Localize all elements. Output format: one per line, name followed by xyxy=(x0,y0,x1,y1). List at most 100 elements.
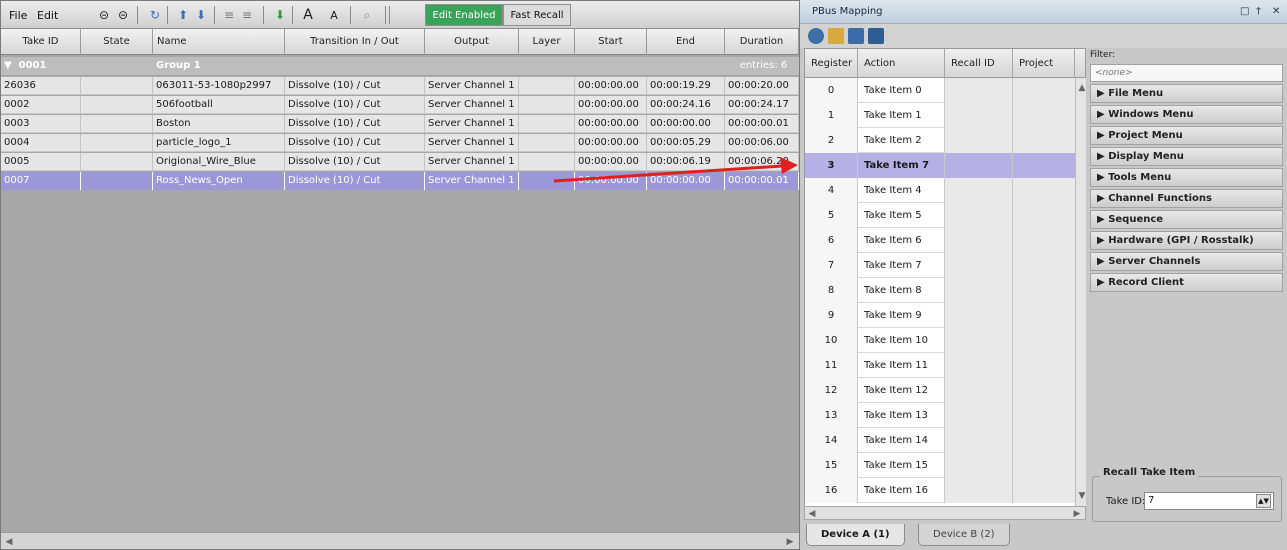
recall-id-cell[interactable] xyxy=(945,203,1013,228)
table-row[interactable]: 0002 506football Dissolve (10) / Cut Ser… xyxy=(1,96,799,114)
outdent-icon[interactable]: ≡ xyxy=(239,7,255,23)
pbus-row[interactable]: 6 Take Item 6 xyxy=(805,228,1075,253)
column-header-layer[interactable]: Layer xyxy=(519,29,575,55)
project-cell[interactable] xyxy=(1013,303,1075,328)
column-header-name[interactable]: Name xyxy=(153,29,285,55)
table-row[interactable]: 26036 063011-53-1080p2997 Dissolve (10) … xyxy=(1,77,799,95)
pbus-row[interactable]: 12 Take Item 12 xyxy=(805,378,1075,403)
project-cell[interactable] xyxy=(1013,428,1075,453)
project-cell[interactable] xyxy=(1013,378,1075,403)
column-header-recall-id[interactable]: Recall ID xyxy=(945,49,1013,79)
category-sequence[interactable]: ▶ Sequence xyxy=(1090,210,1283,229)
project-cell[interactable] xyxy=(1013,178,1075,203)
insert-down-icon[interactable]: ⬇ xyxy=(272,7,288,23)
save-icon[interactable] xyxy=(868,28,884,44)
tab-device-b[interactable]: Device B (2) xyxy=(918,524,1010,546)
column-header-duration[interactable]: Duration xyxy=(725,29,799,55)
previous-icon[interactable]: ⊝ xyxy=(96,7,112,23)
edit-enabled-toggle[interactable]: Edit Enabled xyxy=(425,4,503,26)
pbus-row[interactable]: 9 Take Item 9 xyxy=(805,303,1075,328)
search-icon[interactable]: ⌕ xyxy=(359,7,375,23)
column-header-project[interactable]: Project xyxy=(1013,49,1075,79)
column-header-action[interactable]: Action xyxy=(858,49,945,79)
table-row[interactable]: 0005 Origional_Wire_Blue Dissolve (10) /… xyxy=(1,153,799,171)
pin-icon[interactable]: † xyxy=(1256,6,1261,17)
recall-id-cell[interactable] xyxy=(945,303,1013,328)
project-cell[interactable] xyxy=(1013,203,1075,228)
tab-device-a[interactable]: Device A (1) xyxy=(806,524,905,546)
open-folder-icon[interactable] xyxy=(828,28,844,44)
move-down-icon[interactable]: ⬇ xyxy=(193,7,209,23)
group-row[interactable]: ▼ 0001 Group 1 entries: 6 xyxy=(1,57,799,75)
project-cell[interactable] xyxy=(1013,153,1075,178)
recall-id-cell[interactable] xyxy=(945,178,1013,203)
recall-id-cell[interactable] xyxy=(945,78,1013,103)
recall-id-cell[interactable] xyxy=(945,403,1013,428)
recall-id-cell[interactable] xyxy=(945,253,1013,278)
category-channel-functions[interactable]: ▶ Channel Functions xyxy=(1090,189,1283,208)
pbus-row[interactable]: 10 Take Item 10 xyxy=(805,328,1075,353)
scroll-right-icon[interactable]: ▶ xyxy=(1071,506,1083,521)
recall-id-cell[interactable] xyxy=(945,378,1013,403)
recall-id-cell[interactable] xyxy=(945,228,1013,253)
project-cell[interactable] xyxy=(1013,478,1075,503)
next-icon[interactable]: ⊝ xyxy=(115,7,131,23)
column-header-output[interactable]: Output xyxy=(425,29,519,55)
pbus-vertical-scrollbar[interactable]: ▲ ▼ xyxy=(1075,78,1086,506)
column-header-register[interactable]: Register xyxy=(805,49,858,79)
category-display-menu[interactable]: ▶ Display Menu xyxy=(1090,147,1283,166)
recall-id-cell[interactable] xyxy=(945,103,1013,128)
recall-id-cell[interactable] xyxy=(945,478,1013,503)
project-cell[interactable] xyxy=(1013,103,1075,128)
pbus-row[interactable]: 2 Take Item 2 xyxy=(805,128,1075,153)
restore-icon[interactable]: □ xyxy=(1240,6,1249,17)
take-list-horizontal-scrollbar[interactable]: ◀ ▶ xyxy=(1,532,799,549)
refresh-icon[interactable]: ↻ xyxy=(147,7,163,23)
category-file-menu[interactable]: ▶ File Menu xyxy=(1090,84,1283,103)
scroll-left-icon[interactable]: ◀ xyxy=(806,506,818,521)
project-cell[interactable] xyxy=(1013,228,1075,253)
indent-icon[interactable]: ≡ xyxy=(221,7,237,23)
edit-menu[interactable]: Edit xyxy=(37,9,58,22)
column-header-end[interactable]: End xyxy=(647,29,725,55)
project-cell[interactable] xyxy=(1013,328,1075,353)
filter-input[interactable] xyxy=(1090,64,1283,82)
project-cell[interactable] xyxy=(1013,453,1075,478)
recall-id-cell[interactable] xyxy=(945,128,1013,153)
recall-id-cell[interactable] xyxy=(945,328,1013,353)
pbus-row[interactable]: 7 Take Item 7 xyxy=(805,253,1075,278)
save-as-icon[interactable] xyxy=(848,28,864,44)
project-cell[interactable] xyxy=(1013,78,1075,103)
category-windows-menu[interactable]: ▶ Windows Menu xyxy=(1090,105,1283,124)
pbus-row[interactable]: 1 Take Item 1 xyxy=(805,103,1075,128)
close-icon[interactable]: ✕ xyxy=(1272,6,1280,17)
pbus-row[interactable]: 13 Take Item 13 xyxy=(805,403,1075,428)
take-id-input[interactable]: 7 xyxy=(1144,492,1274,510)
category-project-menu[interactable]: ▶ Project Menu xyxy=(1090,126,1283,145)
pbus-row[interactable]: 4 Take Item 4 xyxy=(805,178,1075,203)
project-cell[interactable] xyxy=(1013,253,1075,278)
column-header-state[interactable]: State xyxy=(81,29,153,55)
pbus-row[interactable]: 16 Take Item 16 xyxy=(805,478,1075,503)
scroll-down-icon[interactable]: ▼ xyxy=(1076,488,1086,503)
pbus-row[interactable]: 0 Take Item 0 xyxy=(805,78,1075,103)
recall-id-cell[interactable] xyxy=(945,428,1013,453)
pbus-row[interactable]: 15 Take Item 15 xyxy=(805,453,1075,478)
gear-icon[interactable] xyxy=(808,28,824,44)
pbus-row[interactable]: 8 Take Item 8 xyxy=(805,278,1075,303)
move-up-icon[interactable]: ⬆ xyxy=(175,7,191,23)
project-cell[interactable] xyxy=(1013,403,1075,428)
recall-id-cell[interactable] xyxy=(945,453,1013,478)
table-row[interactable]: 0003 Boston Dissolve (10) / Cut Server C… xyxy=(1,115,799,133)
column-header-take-id[interactable]: Take ID xyxy=(1,29,81,55)
category-server-channels[interactable]: ▶ Server Channels xyxy=(1090,252,1283,271)
category-tools-menu[interactable]: ▶ Tools Menu xyxy=(1090,168,1283,187)
category-hardware[interactable]: ▶ Hardware (GPI / Rosstalk) xyxy=(1090,231,1283,250)
column-header-transition[interactable]: Transition In / Out xyxy=(285,29,425,55)
recall-id-cell[interactable] xyxy=(945,153,1013,178)
column-header-start[interactable]: Start xyxy=(575,29,647,55)
pbus-row[interactable]: 11 Take Item 11 xyxy=(805,353,1075,378)
project-cell[interactable] xyxy=(1013,128,1075,153)
chevron-down-icon[interactable]: ▼ xyxy=(4,60,12,71)
file-menu[interactable]: File xyxy=(9,9,27,22)
